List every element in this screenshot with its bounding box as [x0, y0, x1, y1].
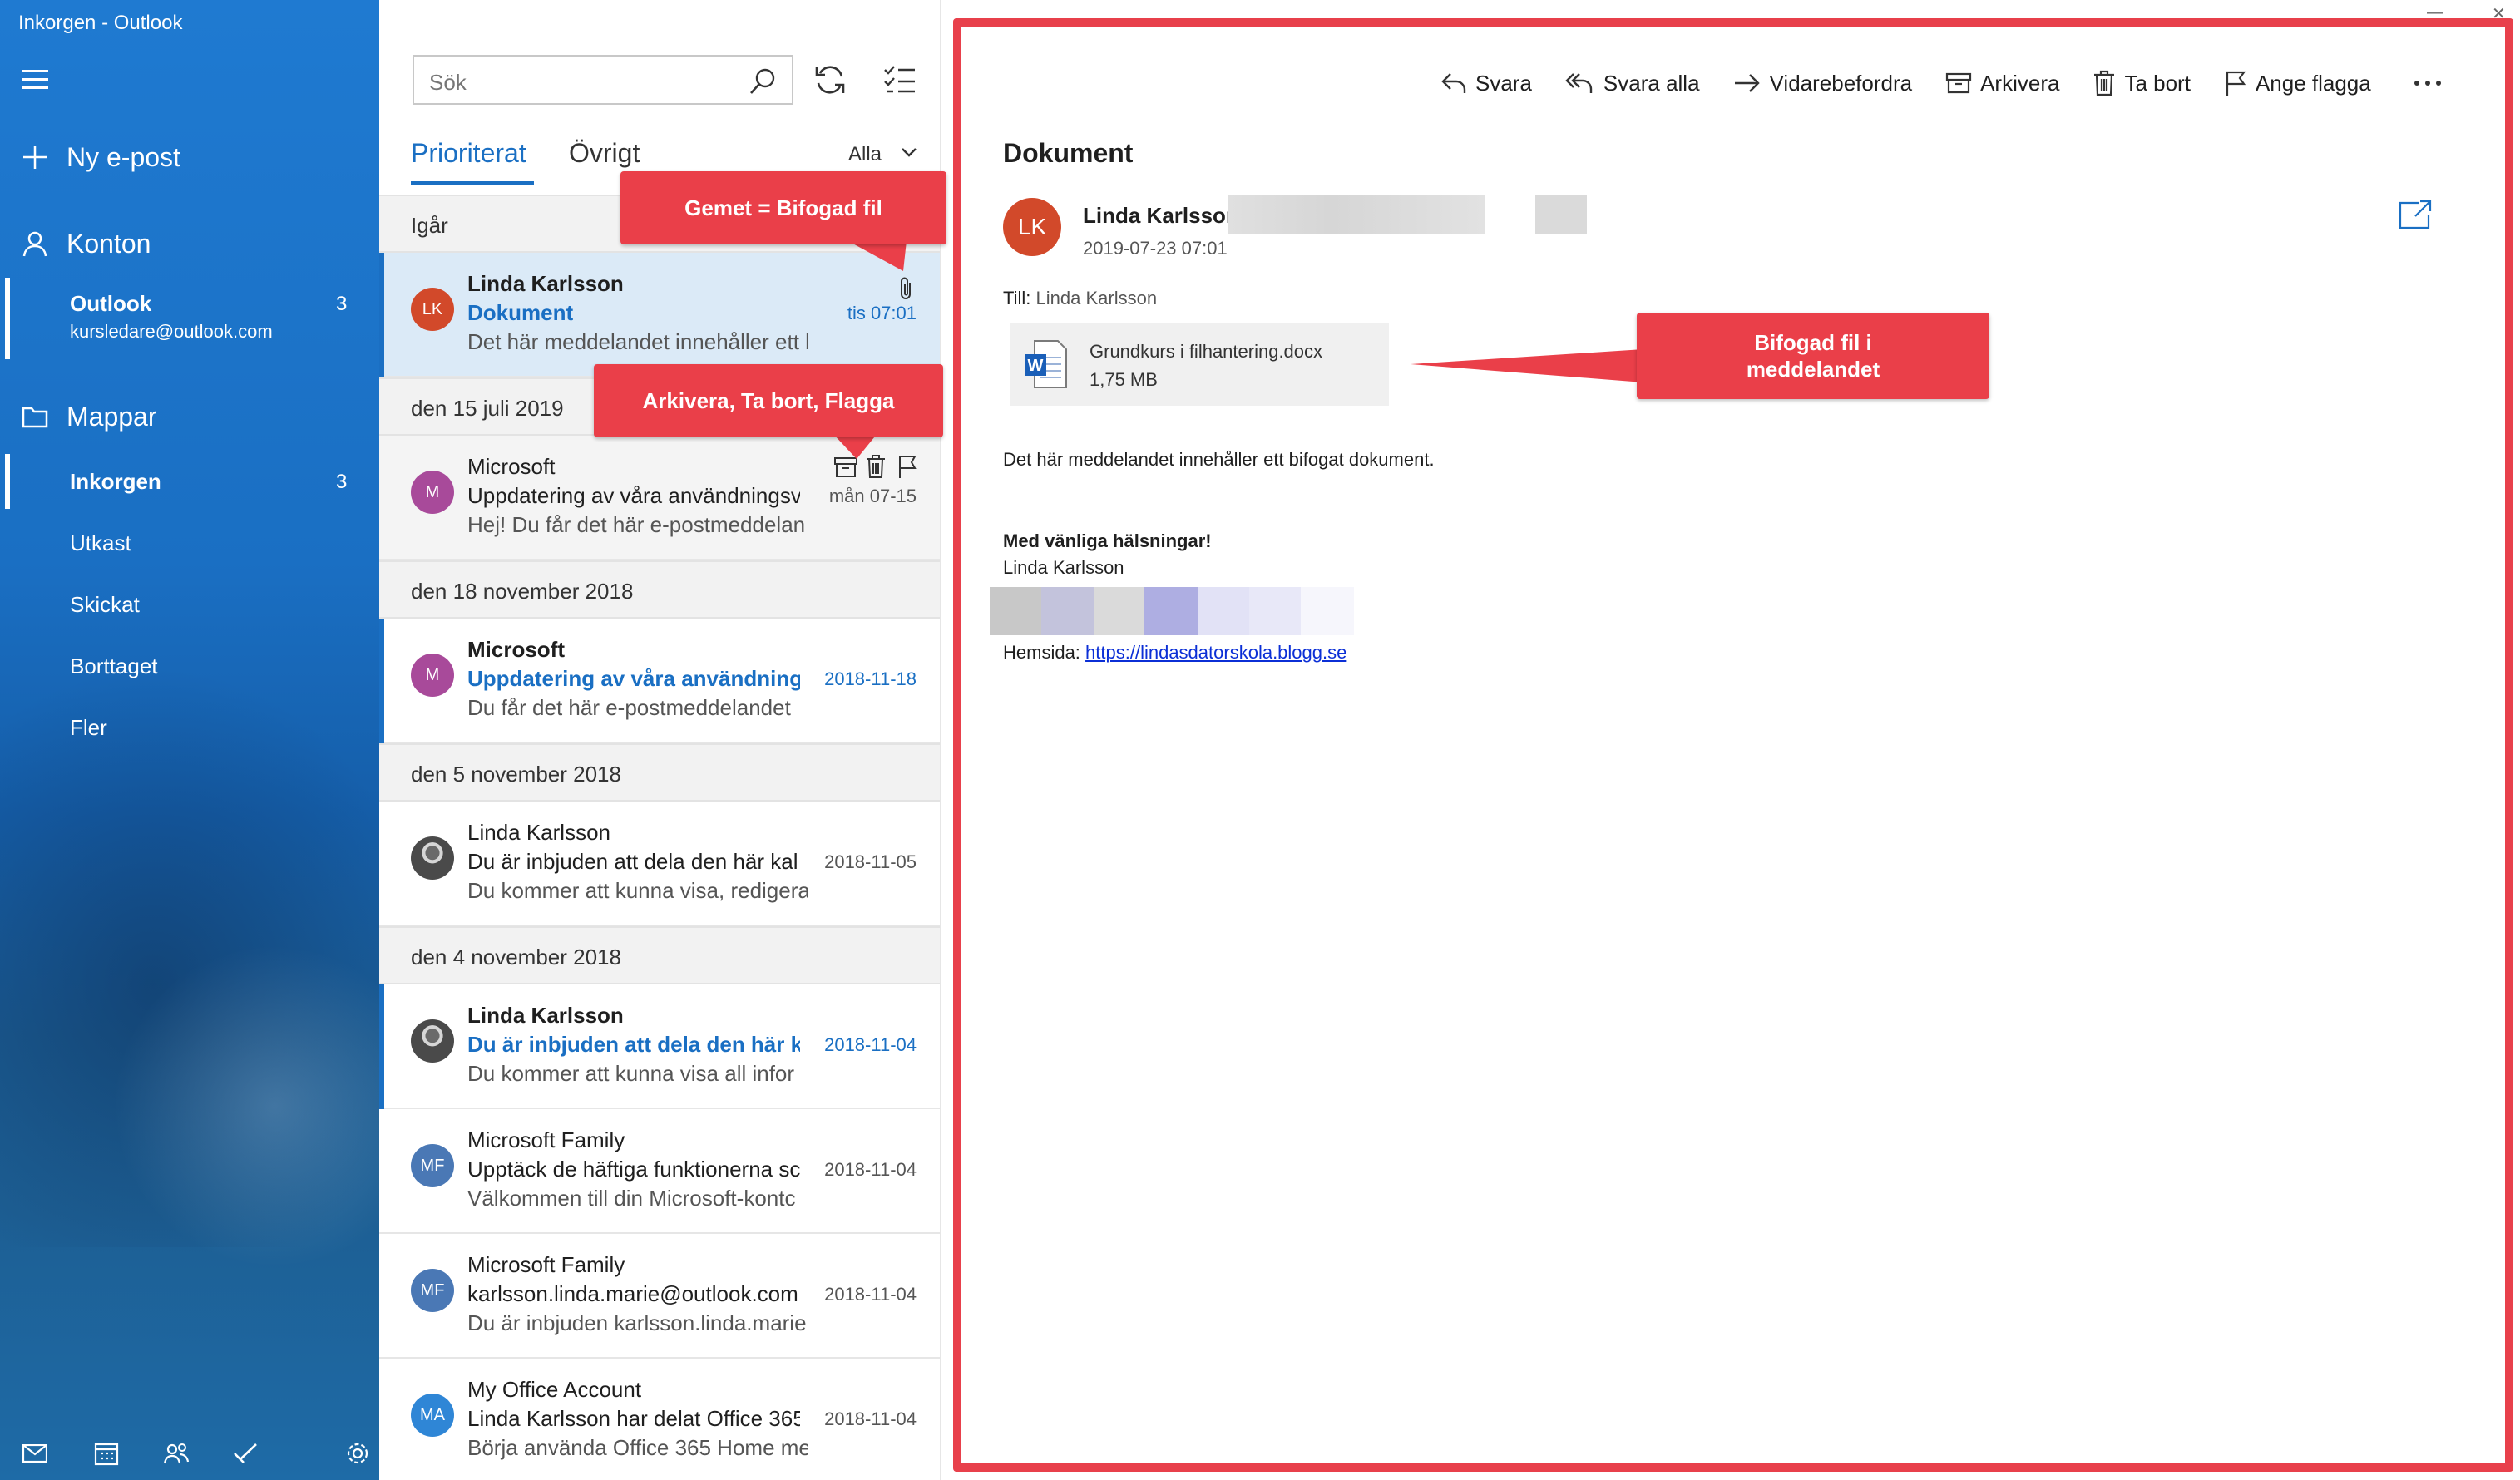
- accounts-label: Konton: [67, 228, 151, 259]
- avatar: M: [411, 471, 454, 514]
- selection-mode-icon[interactable]: [882, 62, 918, 98]
- message-preview: Du kommer att kunna visa all infor: [467, 1061, 795, 1086]
- message-date: tis 07:01: [847, 303, 917, 323]
- hover-actions: [833, 454, 925, 481]
- flag-icon[interactable]: [897, 454, 918, 483]
- new-mail-button[interactable]: Ny e-post: [0, 136, 379, 178]
- message-preview: Börja använda Office 365 Home me: [467, 1435, 808, 1460]
- message-sender: Microsoft: [467, 637, 565, 662]
- bottom-toolbar: [0, 1427, 379, 1480]
- callout-attachment: Bifogad fil i meddelandet: [1637, 313, 1989, 399]
- message-item[interactable]: MF Microsoft Family Upptäck de häftiga f…: [379, 1109, 940, 1234]
- todo-icon[interactable]: [230, 1437, 263, 1470]
- message-date: 2018-11-04: [824, 1159, 917, 1180]
- message-preview: Du kommer att kunna visa, redigera: [467, 878, 808, 903]
- tab-focused[interactable]: Prioriterat: [411, 138, 526, 169]
- new-mail-label: Ny e-post: [67, 141, 180, 172]
- hamburger-menu-icon[interactable]: [22, 70, 48, 90]
- message-date: mån 07-15: [828, 486, 917, 506]
- message-sender: Microsoft Family: [467, 1127, 625, 1152]
- folder-label: Inkorgen: [70, 469, 161, 494]
- tab-focused-underline: [411, 181, 534, 185]
- search-input[interactable]: Sök: [413, 55, 793, 105]
- message-preview: Du får det här e-postmeddelandet: [467, 695, 791, 720]
- message-subject: Dokument: [467, 300, 574, 325]
- message-item[interactable]: LK Linda Karlsson Dokument Det här medde…: [379, 253, 940, 377]
- folder-more[interactable]: Fler: [70, 715, 107, 741]
- message-date: 2018-11-18: [824, 668, 917, 689]
- group-header: den 18 november 2018: [379, 560, 940, 619]
- message-subject: Uppdatering av våra användningsv: [467, 666, 800, 691]
- message-sender: Linda Karlsson: [467, 271, 624, 296]
- paperclip-icon: [897, 276, 917, 301]
- message-date: 2018-11-04: [824, 1284, 917, 1305]
- background-image-highlight: [100, 931, 379, 1280]
- people-icon[interactable]: [160, 1437, 193, 1470]
- search-icon[interactable]: [749, 67, 778, 96]
- message-subject: Linda Karlsson har delat Office 365: [467, 1406, 800, 1431]
- message-item[interactable]: Linda Karlsson Du är inbjuden att dela d…: [379, 802, 940, 926]
- calendar-icon[interactable]: [90, 1437, 123, 1470]
- folder-icon: [18, 400, 52, 433]
- avatar: MF: [411, 1144, 454, 1187]
- message-preview: Hej! Du får det här e-postmeddelan: [467, 512, 806, 537]
- message-subject: Uppdatering av våra användningsvil: [467, 483, 800, 508]
- group-header: den 4 november 2018: [379, 926, 940, 984]
- account-name: Outlook: [70, 291, 152, 316]
- archive-icon[interactable]: [833, 456, 858, 483]
- folders-label: Mappar: [67, 401, 157, 432]
- message-sender: Microsoft Family: [467, 1252, 625, 1277]
- avatar: [411, 1019, 454, 1063]
- avatar: MA: [411, 1394, 454, 1437]
- account-unread-count: 3: [336, 293, 348, 315]
- message-subject: karlsson.linda.marie@outlook.com: [467, 1281, 798, 1306]
- message-item[interactable]: MF Microsoft Family karlsson.linda.marie…: [379, 1234, 940, 1359]
- plus-icon: [18, 141, 52, 174]
- chevron-down-icon[interactable]: [900, 143, 918, 161]
- message-subject: Du är inbjuden att dela den här kal: [467, 849, 798, 874]
- message-subject: Du är inbjuden att dela den här ka: [467, 1032, 800, 1057]
- search-placeholder: Sök: [429, 70, 467, 95]
- message-preview: Du är inbjuden karlsson.linda.marie: [467, 1310, 807, 1335]
- avatar: M: [411, 654, 454, 697]
- folder-deleted[interactable]: Borttaget: [70, 654, 158, 679]
- sync-icon[interactable]: [812, 62, 848, 98]
- message-sender: Microsoft: [467, 454, 556, 479]
- message-item[interactable]: M Microsoft Uppdatering av våra användni…: [379, 436, 940, 560]
- delete-icon[interactable]: [865, 454, 887, 483]
- avatar: MF: [411, 1269, 454, 1312]
- message-item[interactable]: Linda Karlsson Du är inbjuden att dela d…: [379, 984, 940, 1109]
- mail-icon[interactable]: [18, 1437, 52, 1470]
- window-title: Inkorgen - Outlook: [18, 12, 183, 34]
- message-subject: Upptäck de häftiga funktionerna sc: [467, 1157, 800, 1182]
- folder-drafts[interactable]: Utkast: [70, 530, 131, 556]
- avatar: [411, 836, 454, 880]
- folders-button[interactable]: Mappar: [0, 396, 379, 437]
- folder-sent[interactable]: Skickat: [70, 592, 140, 618]
- message-date: 2018-11-04: [824, 1408, 917, 1429]
- group-header: den 5 november 2018: [379, 743, 940, 802]
- tab-other[interactable]: Övrigt: [569, 138, 640, 169]
- highlight-frame: [953, 18, 2513, 1472]
- navigation-pane: Inkorgen - Outlook Ny e-post Konton Outl…: [0, 0, 379, 1480]
- message-date: 2018-11-05: [824, 851, 917, 872]
- message-date: 2018-11-04: [824, 1034, 917, 1055]
- message-sender: Linda Karlsson: [467, 820, 610, 845]
- filter-dropdown[interactable]: Alla: [848, 143, 882, 166]
- person-icon: [18, 227, 52, 260]
- callout-actions: Arkivera, Ta bort, Flagga: [594, 364, 943, 437]
- folder-count: 3: [336, 471, 348, 493]
- avatar: LK: [411, 288, 454, 331]
- message-preview: Välkommen till din Microsoft-kontc: [467, 1186, 796, 1211]
- settings-icon[interactable]: [341, 1437, 374, 1470]
- message-item[interactable]: M Microsoft Uppdatering av våra användni…: [379, 619, 940, 743]
- accounts-button[interactable]: Konton: [0, 223, 379, 264]
- message-preview: Det här meddelandet innehåller ett bi: [467, 329, 808, 354]
- message-sender: My Office Account: [467, 1377, 642, 1402]
- callout-attachment-clip: Gemet = Bifogad fil: [620, 171, 946, 244]
- account-email: kursledare@outlook.com: [70, 321, 273, 342]
- message-item[interactable]: MA My Office Account Linda Karlsson har …: [379, 1359, 940, 1480]
- message-sender: Linda Karlsson: [467, 1003, 624, 1028]
